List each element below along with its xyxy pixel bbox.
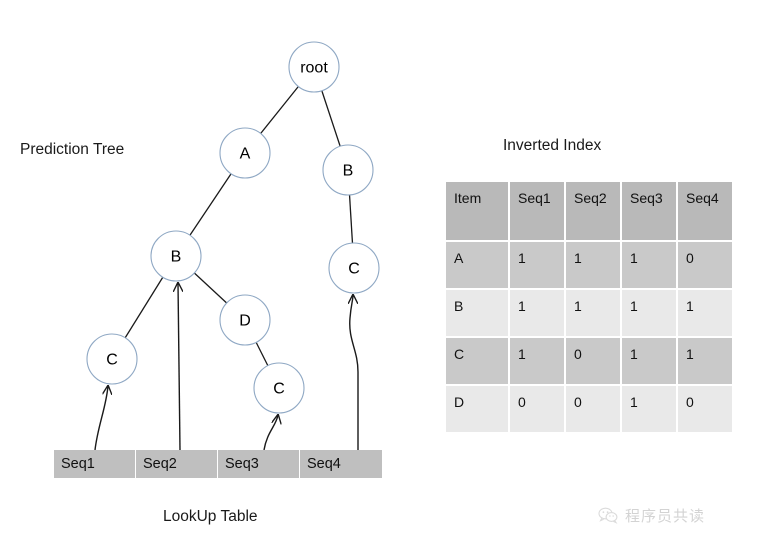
cell-value: 1 [622, 242, 676, 288]
lookup-arrow-seq1 [94, 386, 108, 451]
cell-value: 1 [622, 338, 676, 384]
cell-value: 0 [566, 338, 620, 384]
table-row: A1110 [446, 242, 732, 288]
lookup-cell-seq2[interactable]: Seq2 [136, 450, 218, 478]
cell-value: 0 [678, 386, 732, 432]
tree-edge [255, 342, 269, 366]
node-label: root [300, 60, 328, 77]
node-label: D [239, 313, 251, 330]
node-label: C [106, 352, 118, 369]
table-row: C1011 [446, 338, 732, 384]
cell-value: 0 [510, 386, 564, 432]
lookup-cell-seq4[interactable]: Seq4 [300, 450, 382, 478]
cell-value: 0 [678, 242, 732, 288]
cell-value: 1 [566, 242, 620, 288]
tree-node-c-4[interactable]: C [328, 242, 380, 294]
tree-node-root-0[interactable]: root [288, 41, 340, 93]
column-header-seq1: Seq1 [510, 182, 564, 240]
node-label: B [343, 163, 354, 180]
tree-node-b-2[interactable]: B [322, 144, 374, 196]
cell-item: C [446, 338, 508, 384]
watermark-text: 程序员共读 [625, 507, 706, 525]
cell-value: 1 [566, 290, 620, 336]
lookup-cell-seq1[interactable]: Seq1 [54, 450, 136, 478]
lookup-cell-seq3[interactable]: Seq3 [218, 450, 300, 478]
cell-value: 1 [510, 242, 564, 288]
cell-value: 1 [678, 290, 732, 336]
node-label: A [240, 146, 251, 163]
tree-edge [124, 276, 164, 339]
tree-node-c-7[interactable]: C [253, 362, 305, 414]
tree-edge [348, 194, 354, 244]
cell-value: 1 [510, 338, 564, 384]
node-label: C [273, 381, 285, 398]
tree-node-a-1[interactable]: A [219, 127, 271, 179]
cell-item: D [446, 386, 508, 432]
column-header-item: Item [446, 182, 508, 240]
tree-edge [260, 86, 299, 134]
cell-value: 1 [510, 290, 564, 336]
tree-edge [321, 90, 341, 147]
node-label: B [171, 249, 182, 266]
inverted-index-table: Item Seq1 Seq2 Seq3 Seq4 A1110B1111C1011D001… [444, 180, 734, 434]
column-header-seq3: Seq3 [622, 182, 676, 240]
cell-value: 1 [622, 386, 676, 432]
node-label: C [348, 261, 360, 278]
table-header-row: Item Seq1 Seq2 Seq3 Seq4 [446, 182, 732, 240]
diagram-canvas: Prediction Tree Inverted Index LookUp Ta… [0, 0, 772, 547]
cell-value: 0 [566, 386, 620, 432]
cell-item: A [446, 242, 508, 288]
watermark: 程序员共读 [598, 505, 705, 526]
tree-edge [193, 272, 228, 304]
tree-nodes: root A B B C D C C [86, 41, 380, 414]
lookup-table-bar: Seq1 Seq2 Seq3 Seq4 [54, 450, 382, 478]
tree-node-b-3[interactable]: B [150, 230, 202, 282]
wechat-icon [598, 507, 618, 524]
cell-value: 1 [622, 290, 676, 336]
column-header-seq2: Seq2 [566, 182, 620, 240]
table-row: B1111 [446, 290, 732, 336]
tree-edge [189, 173, 232, 236]
cell-item: B [446, 290, 508, 336]
lookup-arrow-seq2 [178, 283, 180, 451]
tree-node-d-5[interactable]: D [219, 294, 271, 346]
cell-value: 1 [678, 338, 732, 384]
tree-node-c-6[interactable]: C [86, 333, 138, 385]
table-row: D0010 [446, 386, 732, 432]
lookup-arrow-seq3 [263, 415, 278, 451]
column-header-seq4: Seq4 [678, 182, 732, 240]
lookup-arrow-seq4 [350, 295, 359, 450]
